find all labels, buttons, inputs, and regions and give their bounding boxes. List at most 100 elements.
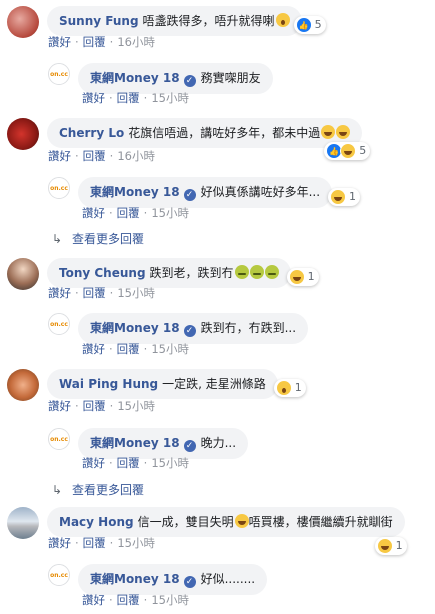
- verified-icon: ✓: [183, 189, 196, 201]
- comment-actions: 讚好 · 回覆 · 15小時: [48, 399, 155, 413]
- page-avatar[interactable]: on.cc: [48, 63, 70, 85]
- comment-bubble: Cherry Lo 花旗信唔過，講咗好多年，都未中過 5: [47, 118, 371, 160]
- avatar[interactable]: [7, 258, 39, 290]
- on-cc-logo-icon: on.cc: [49, 64, 69, 84]
- reaction-summary[interactable]: 1: [273, 379, 306, 397]
- comment-author[interactable]: Wai Ping Hung: [59, 377, 158, 391]
- reply-text: 務實㗎朋友: [200, 71, 261, 85]
- reply-actions: 讚好 · 回覆 · 15小時: [82, 456, 189, 470]
- like-link[interactable]: 讚好: [82, 342, 105, 356]
- comment-time[interactable]: 16小時: [117, 149, 155, 163]
- comment-time[interactable]: 16小時: [117, 35, 155, 49]
- comment-text: 信一成，雙目失明: [137, 515, 234, 529]
- reply-text: 跌到冇，冇跌到...: [200, 321, 297, 335]
- rolling-laughing-icon: [321, 125, 336, 139]
- reply-link[interactable]: 回覆: [117, 91, 140, 105]
- reply-time[interactable]: 15小時: [151, 206, 189, 220]
- comment-text-continued: 唔買樓，樓價繼續升就瞓街: [248, 515, 393, 529]
- reply-author[interactable]: 東網Money 18: [90, 185, 180, 199]
- comment-time[interactable]: 15小時: [117, 286, 155, 300]
- haha-reaction-icon: [330, 189, 347, 205]
- nauseated-face-icon: [249, 265, 264, 279]
- reply-time[interactable]: 15小時: [151, 91, 189, 105]
- reaction-count: 1: [395, 539, 403, 552]
- reaction-count: 1: [294, 381, 302, 394]
- verified-icon: ✓: [183, 576, 196, 588]
- wow-reaction-icon: [275, 380, 292, 396]
- reply-link[interactable]: 回覆: [83, 286, 106, 300]
- like-link[interactable]: 讚好: [82, 206, 105, 220]
- page-avatar[interactable]: on.cc: [48, 177, 70, 199]
- like-link[interactable]: 讚好: [48, 286, 71, 300]
- reaction-summary[interactable]: 1: [286, 268, 319, 286]
- fearful-face-icon: [275, 13, 290, 27]
- comment-author[interactable]: Cherry Lo: [59, 126, 124, 140]
- reaction-summary[interactable]: 1: [374, 537, 407, 555]
- haha-reaction-icon: [376, 538, 393, 554]
- comment-bubble: Sunny Fung唔盞跌得多，唔升就得喇 5: [47, 6, 326, 36]
- reply-actions: 讚好 · 回覆 · 15小時: [82, 206, 189, 220]
- avatar[interactable]: [7, 507, 39, 539]
- haha-reaction-icon: [288, 269, 305, 285]
- comment-actions: 讚好 · 回覆 · 15小時: [48, 286, 155, 300]
- rolling-laughing-icon: [234, 514, 249, 528]
- comment-time[interactable]: 15小時: [117, 399, 155, 413]
- reply-author[interactable]: 東網Money 18: [90, 572, 180, 586]
- reply-actions: 讚好 · 回覆 · 15小時: [82, 342, 189, 356]
- like-link[interactable]: 讚好: [82, 456, 105, 470]
- reply-text: 晚力...: [200, 436, 237, 450]
- reply-actions: 讚好 · 回覆 · 15小時: [82, 91, 189, 105]
- comment-author[interactable]: Sunny Fung: [59, 14, 139, 28]
- comment-author[interactable]: Macy Hong: [59, 515, 134, 529]
- avatar[interactable]: [7, 118, 39, 150]
- view-more-replies[interactable]: ↳ 查看更多回覆: [52, 230, 144, 247]
- on-cc-logo-icon: on.cc: [49, 429, 69, 449]
- reaction-summary[interactable]: 1: [328, 188, 361, 206]
- reply-author[interactable]: 東網Money 18: [90, 71, 180, 85]
- reply-link[interactable]: 回覆: [83, 149, 106, 163]
- page-avatar[interactable]: on.cc: [48, 428, 70, 450]
- comment-text: 唔盞跌得多，唔升就得喇: [142, 14, 275, 28]
- avatar[interactable]: [7, 6, 39, 38]
- nauseated-face-icon: [264, 265, 279, 279]
- view-more-replies[interactable]: ↳ 查看更多回覆: [52, 481, 144, 498]
- view-more-label[interactable]: 查看更多回覆: [72, 483, 144, 497]
- like-link[interactable]: 讚好: [48, 149, 71, 163]
- reaction-count: 5: [314, 18, 322, 31]
- on-cc-logo-icon: on.cc: [49, 178, 69, 198]
- reply-bubble: 東網Money 18 ✓ 好似真係講咗好多年... 1: [78, 177, 361, 208]
- reply-time[interactable]: 15小時: [151, 456, 189, 470]
- comment-actions: 讚好 · 回覆 · 16小時: [48, 35, 155, 49]
- comment-time[interactable]: 15小時: [117, 536, 155, 550]
- like-link[interactable]: 讚好: [48, 35, 71, 49]
- rolling-laughing-icon: [336, 125, 351, 139]
- reaction-count: 1: [307, 270, 315, 283]
- reply-link[interactable]: 回覆: [117, 206, 140, 220]
- reply-time[interactable]: 15小時: [151, 342, 189, 356]
- reaction-summary[interactable]: 5: [293, 16, 326, 34]
- reaction-summary[interactable]: 5: [324, 142, 371, 160]
- reply-link[interactable]: 回覆: [83, 536, 106, 550]
- like-link[interactable]: 讚好: [48, 399, 71, 413]
- like-reaction-icon: [295, 17, 312, 34]
- comment-author[interactable]: Tony Cheung: [59, 266, 146, 280]
- comment-bubble: Macy Hong 信一成，雙目失明 唔買樓，樓價繼續升就瞓街 1: [47, 507, 407, 555]
- like-link[interactable]: 讚好: [48, 536, 71, 550]
- reply-author[interactable]: 東網Money 18: [90, 436, 180, 450]
- reply-time[interactable]: 15小時: [151, 593, 189, 607]
- page-avatar[interactable]: on.cc: [48, 313, 70, 335]
- like-link[interactable]: 讚好: [82, 593, 105, 607]
- reply-link[interactable]: 回覆: [117, 342, 140, 356]
- reply-link[interactable]: 回覆: [83, 399, 106, 413]
- comment-bubble: Wai Ping Hung 一定跌, 走星洲條路 1: [47, 369, 306, 399]
- page-avatar[interactable]: on.cc: [48, 564, 70, 586]
- reply-actions: 讚好 · 回覆 · 15小時: [82, 593, 189, 607]
- reply-bubble: 東網Money 18 ✓ 好似........: [78, 564, 268, 595]
- reply-link[interactable]: 回覆: [83, 35, 106, 49]
- reply-link[interactable]: 回覆: [117, 593, 140, 607]
- like-link[interactable]: 讚好: [82, 91, 105, 105]
- avatar[interactable]: [7, 369, 39, 401]
- view-more-label[interactable]: 查看更多回覆: [72, 232, 144, 246]
- reply-author[interactable]: 東網Money 18: [90, 321, 180, 335]
- reply-link[interactable]: 回覆: [117, 456, 140, 470]
